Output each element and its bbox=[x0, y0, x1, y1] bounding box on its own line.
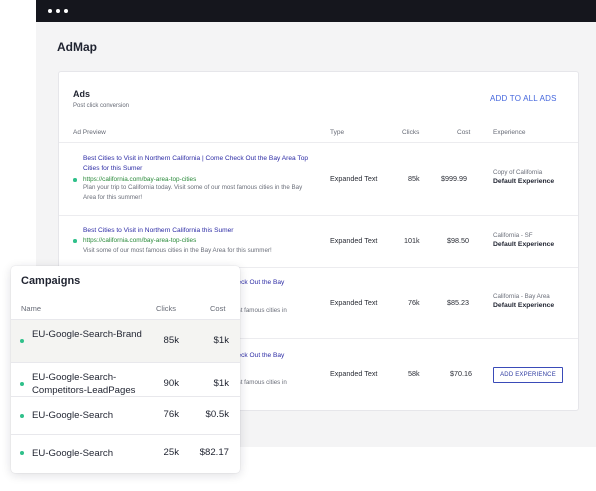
campaign-clicks: 90k bbox=[163, 378, 179, 389]
ad-description: Visit some of our most famous cities in … bbox=[83, 247, 272, 254]
experience-name: California - Bay Area bbox=[493, 293, 550, 300]
ad-type: Expanded Text bbox=[330, 236, 378, 245]
campaign-name: EU-Google-Search bbox=[32, 410, 114, 421]
active-status-icon bbox=[73, 178, 77, 182]
ad-headline-link[interactable]: Best Cities to Visit in Northern Califor… bbox=[83, 226, 313, 236]
ad-description: Plan your trip to California today. Visi… bbox=[83, 184, 303, 201]
active-status-icon bbox=[20, 382, 24, 386]
ad-type: Expanded Text bbox=[330, 174, 378, 183]
campaigns-heading: Campaigns bbox=[21, 275, 81, 287]
ad-description: most famous cities in bbox=[229, 307, 287, 314]
ad-type: Expanded Text bbox=[330, 298, 378, 307]
campaign-name: EU-Google-Search bbox=[32, 448, 114, 459]
campaign-cost: $1k bbox=[213, 335, 229, 346]
ad-row[interactable]: Best Cities to Visit in Northern Califor… bbox=[59, 216, 578, 267]
column-header-cost: Cost bbox=[210, 304, 226, 313]
ad-display-url: https://california.com/bay-area-top-citi… bbox=[83, 176, 197, 183]
ads-heading: Ads bbox=[73, 89, 91, 99]
experience-name: California - SF bbox=[493, 232, 533, 239]
campaign-cost: $0.5k bbox=[205, 409, 229, 420]
campaign-name: EU-Google-Search-Competitors-LeadPages bbox=[32, 372, 136, 396]
campaign-cost: $1k bbox=[213, 378, 229, 389]
column-header-experience: Experience bbox=[493, 129, 526, 136]
active-status-icon bbox=[20, 414, 24, 418]
campaign-clicks: 85k bbox=[163, 335, 179, 346]
ad-description: most famous cities in bbox=[229, 379, 287, 386]
column-header-cost: Cost bbox=[457, 129, 471, 136]
window-dot-icon bbox=[48, 9, 52, 13]
column-header-name: Name bbox=[21, 304, 42, 313]
campaign-row[interactable]: EU-Google-Search 76k $0.5k bbox=[11, 397, 240, 434]
ad-clicks: 101k bbox=[404, 236, 420, 245]
campaigns-panel: Campaigns Name Clicks Cost EU-Google-Sea… bbox=[11, 266, 240, 473]
experience-value: Default Experience bbox=[493, 178, 555, 185]
ad-cost: $98.50 bbox=[447, 236, 469, 245]
column-header-clicks: Clicks bbox=[156, 304, 176, 313]
ad-row[interactable]: Best Cities to Visit in Northern Califor… bbox=[59, 143, 578, 215]
campaign-clicks: 25k bbox=[163, 447, 179, 458]
experience-value: Default Experience bbox=[493, 302, 555, 309]
column-header-clicks: Clicks bbox=[402, 129, 420, 136]
ad-clicks: 58k bbox=[408, 369, 420, 378]
ad-type: Expanded Text bbox=[330, 369, 378, 378]
campaign-row[interactable]: EU-Google-Search-Brand 85k $1k bbox=[11, 320, 240, 362]
ad-headline-link[interactable]: Check Out the Bay bbox=[229, 351, 319, 361]
active-status-icon bbox=[73, 239, 77, 243]
column-header-ad-preview: Ad Preview bbox=[73, 129, 106, 136]
experience-name: Copy of California bbox=[493, 169, 543, 176]
window-dot-icon bbox=[64, 9, 68, 13]
add-to-all-ads-button[interactable]: ADD TO ALL ADS bbox=[490, 94, 557, 103]
ad-clicks: 85k bbox=[408, 174, 420, 183]
active-status-icon bbox=[20, 451, 24, 455]
column-header-type: Type bbox=[330, 129, 345, 136]
experience-value: Default Experience bbox=[493, 241, 555, 248]
ad-cost: $999.99 bbox=[441, 174, 467, 183]
ad-cost: $70.16 bbox=[450, 369, 472, 378]
ads-subtitle: Post click conversion bbox=[73, 103, 130, 109]
window-titlebar bbox=[36, 0, 596, 22]
campaign-name: EU-Google-Search-Brand bbox=[32, 329, 142, 340]
campaign-cost: $82.17 bbox=[199, 447, 229, 458]
ad-clicks: 76k bbox=[408, 298, 420, 307]
window-dot-icon bbox=[56, 9, 60, 13]
ad-display-url: https://california.com/bay-area-top-citi… bbox=[83, 237, 197, 244]
ad-cost: $85.23 bbox=[447, 298, 469, 307]
campaign-clicks: 76k bbox=[163, 409, 179, 420]
page-title: AdMap bbox=[57, 40, 97, 54]
add-experience-button[interactable]: ADD EXPERIENCE bbox=[493, 367, 563, 383]
active-status-icon bbox=[20, 339, 24, 343]
campaign-row[interactable]: EU-Google-Search 25k $82.17 bbox=[11, 435, 240, 473]
ad-headline-link[interactable]: Check Out the Bay bbox=[229, 278, 319, 288]
ad-headline-link[interactable]: Best Cities to Visit in Northern Califor… bbox=[83, 154, 313, 174]
